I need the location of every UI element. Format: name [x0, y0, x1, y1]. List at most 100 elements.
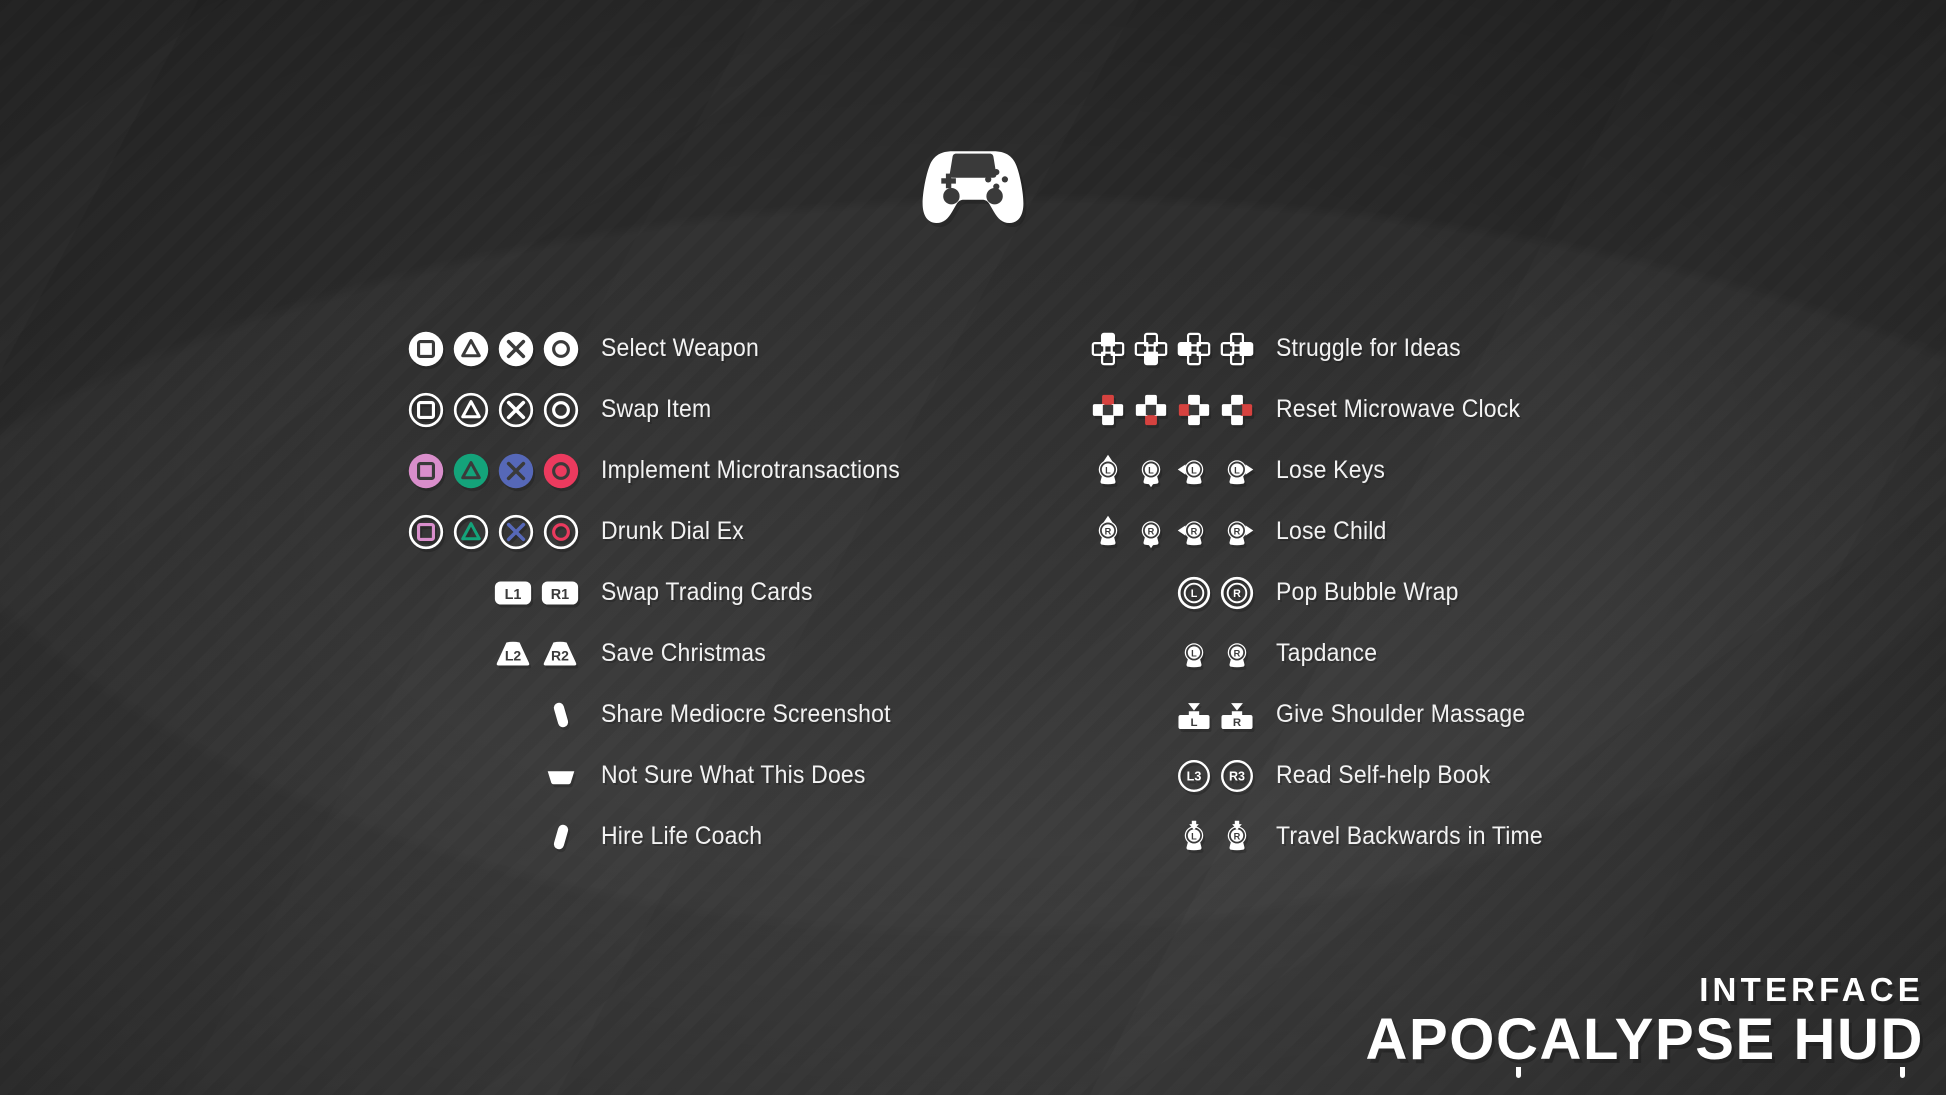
svg-text:R: R — [1148, 526, 1155, 536]
dpad-left-filled[interactable] — [1177, 393, 1211, 427]
options-button[interactable] — [543, 819, 579, 855]
left-stick-right[interactable]: L — [1220, 454, 1254, 488]
bumper-l1-button[interactable]: L1 — [494, 579, 532, 607]
legend-row: L2 R2 Save Christmas — [379, 623, 926, 684]
legend-row-icons — [379, 758, 579, 794]
left-stick-up[interactable]: L — [1091, 454, 1125, 488]
controls-legend: Select Weapon Swap Item Implement Microtra… — [0, 318, 1946, 867]
right-trigger-press[interactable]: R — [1220, 698, 1254, 732]
face-button-triangle-filled-green[interactable] — [453, 453, 489, 489]
legend-row-icons — [1058, 332, 1254, 366]
legend-row-label: Lose Child — [1276, 517, 1387, 545]
legend-row-icons — [379, 697, 579, 733]
legend-row-icons — [1058, 393, 1254, 427]
legend-row-label: Save Christmas — [601, 639, 767, 667]
dpad-up-filled[interactable] — [1091, 393, 1125, 427]
legend-row: L L L L Lose Keys — [1058, 440, 1566, 501]
face-button-circle-filled-red[interactable] — [543, 453, 579, 489]
face-button-cross-filled[interactable] — [498, 331, 534, 367]
legend-row-icons: L2 R2 — [379, 640, 579, 668]
svg-text:R: R — [1234, 648, 1241, 658]
right-stick-right[interactable]: R — [1220, 515, 1254, 549]
svg-text:L3: L3 — [1187, 769, 1202, 783]
left-stick-left[interactable]: L — [1177, 454, 1211, 488]
face-button-square-outline[interactable] — [408, 392, 444, 428]
legend-row-label: Hire Life Coach — [601, 822, 763, 850]
legend-row-label: Swap Item — [601, 395, 712, 423]
svg-text:R: R — [1234, 526, 1241, 536]
legend-row: L R Give Shoulder Massage — [1058, 684, 1566, 745]
dpad-down-outline[interactable] — [1134, 332, 1168, 366]
legend-row: L3 R3 Read Self-help Book — [1058, 745, 1566, 806]
legend-row: L R Travel Backwards in Time — [1058, 806, 1566, 867]
right-stick-ring[interactable]: R — [1220, 576, 1254, 610]
svg-text:R3: R3 — [1229, 769, 1245, 783]
dpad-right-outline[interactable] — [1220, 332, 1254, 366]
face-button-square-outline-pink[interactable] — [408, 514, 444, 550]
controller-icon-container — [0, 148, 1946, 226]
logo-line-1: INTERFACE — [1699, 971, 1924, 1008]
trigger-r2-button[interactable]: R2 — [541, 640, 579, 668]
svg-text:L: L — [1235, 465, 1241, 475]
legend-row: L R Tapdance — [1058, 623, 1566, 684]
left-stick-down[interactable]: L — [1134, 454, 1168, 488]
legend-row-icons — [379, 453, 579, 489]
touchpad-button[interactable] — [543, 758, 579, 794]
right-stick-click-r3[interactable]: R3 — [1220, 759, 1254, 793]
svg-text:L: L — [1192, 465, 1198, 475]
right-stick-press[interactable]: R — [1220, 820, 1254, 854]
svg-text:L: L — [1191, 587, 1198, 599]
dpad-up-outline[interactable] — [1091, 332, 1125, 366]
svg-text:R: R — [1105, 526, 1112, 536]
face-button-cross-outline[interactable] — [498, 392, 534, 428]
left-stick-click-l3[interactable]: L3 — [1177, 759, 1211, 793]
legend-row-icons — [379, 392, 579, 428]
svg-text:L: L — [1192, 831, 1198, 841]
face-button-square-filled[interactable] — [408, 331, 444, 367]
hud-legend-screen: Select Weapon Swap Item Implement Microtra… — [0, 0, 1946, 1095]
legend-row-label: Give Shoulder Massage — [1276, 700, 1526, 728]
trigger-l2-button[interactable]: L2 — [494, 640, 532, 668]
face-button-triangle-filled[interactable] — [453, 331, 489, 367]
legend-row-label: Select Weapon — [601, 334, 760, 362]
svg-text:R: R — [1191, 526, 1198, 536]
svg-text:R: R — [1233, 717, 1242, 729]
legend-row: Select Weapon — [379, 318, 926, 379]
legend-row: R R R R Lose Child — [1058, 501, 1566, 562]
svg-text:R: R — [1234, 587, 1242, 599]
legend-row: Hire Life Coach — [379, 806, 926, 867]
left-trigger-press[interactable]: L — [1177, 698, 1211, 732]
legend-row: Drunk Dial Ex — [379, 501, 926, 562]
right-stick-neutral[interactable]: R — [1220, 637, 1254, 671]
dpad-right-filled[interactable] — [1220, 393, 1254, 427]
svg-text:L: L — [1106, 465, 1112, 475]
left-stick-ring[interactable]: L — [1177, 576, 1211, 610]
right-stick-down[interactable]: R — [1134, 515, 1168, 549]
face-button-circle-outline[interactable] — [543, 392, 579, 428]
legend-row-icons: LR — [1058, 820, 1254, 854]
face-button-cross-outline-blue[interactable] — [498, 514, 534, 550]
legend-row-label: Read Self-help Book — [1276, 761, 1491, 789]
share-button[interactable] — [543, 697, 579, 733]
face-button-triangle-outline-green[interactable] — [453, 514, 489, 550]
left-stick-press[interactable]: L — [1177, 820, 1211, 854]
legend-row: Reset Microwave Clock — [1058, 379, 1566, 440]
svg-text:L: L — [1192, 648, 1198, 658]
bumper-r1-button[interactable]: R1 — [541, 579, 579, 607]
legend-row-label: Travel Backwards in Time — [1276, 822, 1544, 850]
face-button-square-filled-pink[interactable] — [408, 453, 444, 489]
left-stick-neutral[interactable]: L — [1177, 637, 1211, 671]
dpad-left-outline[interactable] — [1177, 332, 1211, 366]
face-button-circle-outline-red[interactable] — [543, 514, 579, 550]
svg-text:R2: R2 — [552, 647, 570, 663]
face-button-triangle-outline[interactable] — [453, 392, 489, 428]
right-stick-left[interactable]: R — [1177, 515, 1211, 549]
face-button-cross-filled-blue[interactable] — [498, 453, 534, 489]
face-button-circle-filled[interactable] — [543, 331, 579, 367]
legend-row-label: Swap Trading Cards — [601, 578, 814, 606]
legend-row-label: Not Sure What This Does — [601, 761, 867, 789]
right-stick-up[interactable]: R — [1091, 515, 1125, 549]
dpad-down-filled[interactable] — [1134, 393, 1168, 427]
legend-left-column: Select Weapon Swap Item Implement Microtra… — [379, 318, 926, 867]
svg-text:L: L — [1149, 465, 1155, 475]
